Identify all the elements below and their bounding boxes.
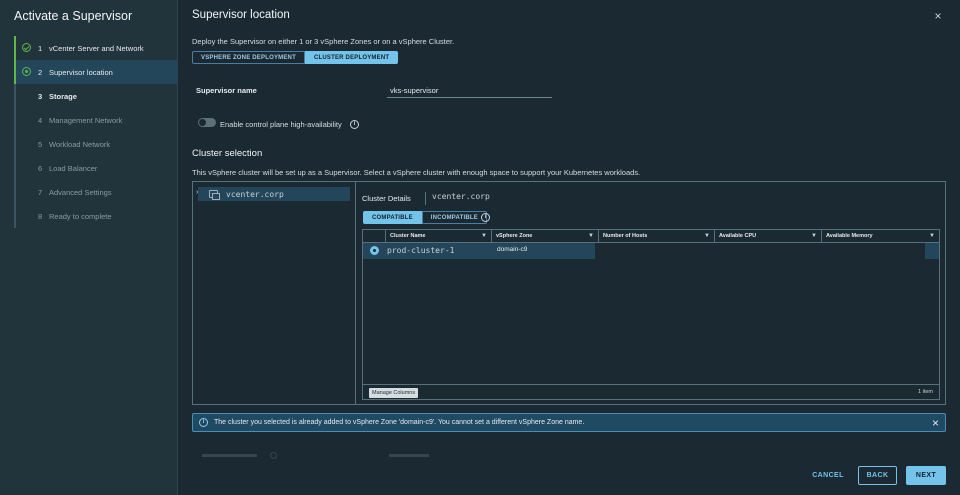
compatible-filter-button[interactable]: COMPATIBLE	[363, 211, 422, 224]
tree-node-vcenter[interactable]: vcenter.corp	[198, 187, 350, 201]
step-label: Management Network	[49, 115, 123, 125]
deployment-type-toggle: VSPHERE ZONE DEPLOYMENT CLUSTER DEPLOYME…	[192, 51, 399, 64]
wizard-steps: 1 vCenter Server and Network 2 Superviso…	[14, 36, 178, 228]
vcenter-icon	[209, 190, 220, 200]
item-count: 1 item	[918, 389, 933, 395]
info-alert: i The cluster you selected is already ad…	[192, 413, 946, 432]
step-label: Advanced Settings	[49, 187, 112, 197]
wizard-footer: CANCEL BACK NEXT	[802, 466, 946, 485]
cluster-details-title: Cluster Details	[362, 194, 411, 203]
step-label: Load Balancer	[49, 163, 98, 173]
cell-cluster-name: prod-cluster-1	[387, 246, 455, 255]
datagrid-header: Cluster Name ▼ vSphere Zone ▼ Number of …	[363, 230, 939, 243]
step-load-balancer: 6 Load Balancer	[38, 163, 98, 173]
column-header-available-memory[interactable]: Available Memory ▼	[821, 230, 939, 242]
ha-toggle-switch[interactable]	[198, 118, 216, 127]
page-title: Supervisor location	[192, 9, 290, 21]
cancel-button[interactable]: CANCEL	[802, 466, 854, 485]
wizard-sidebar: Activate a Supervisor 1 vCenter Server a…	[0, 0, 178, 495]
step-storage[interactable]: 3 Storage	[16, 84, 178, 108]
step-workload-network: 5 Workload Network	[38, 139, 111, 149]
obscured-field-row	[192, 452, 492, 460]
column-header-vsphere-zone[interactable]: vSphere Zone ▼	[491, 230, 598, 242]
step-label: Storage	[49, 91, 77, 101]
tree-node-label: vcenter.corp	[226, 189, 284, 199]
cluster-selection-description: This vSphere cluster will be set up as a…	[192, 168, 641, 177]
step-label: Supervisor location	[49, 67, 113, 77]
step-vcenter-network[interactable]: 1 vCenter Server and Network	[16, 36, 178, 60]
back-button[interactable]: BACK	[858, 466, 897, 485]
filter-icon[interactable]: ▼	[481, 230, 487, 242]
current-step-icon	[22, 67, 31, 76]
column-header-available-cpu[interactable]: Available CPU ▼	[714, 230, 821, 242]
inventory-tree: › vcenter.corp	[192, 181, 355, 405]
cluster-datagrid: Cluster Name ▼ vSphere Zone ▼ Number of …	[362, 229, 940, 400]
manage-columns-button[interactable]: Manage Columns	[369, 388, 419, 398]
cell-vsphere-zone: domain-c9	[497, 246, 528, 253]
table-row[interactable]: prod-cluster-1 domain-c9	[363, 243, 939, 259]
filter-icon[interactable]: ▼	[704, 230, 710, 242]
cluster-deployment-button[interactable]: CLUSTER DEPLOYMENT	[304, 51, 399, 64]
info-icon[interactable]: i	[350, 120, 359, 129]
filter-icon[interactable]: ▼	[929, 230, 935, 242]
row-select-radio[interactable]	[370, 246, 379, 255]
deploy-description: Deploy the Supervisor on either 1 or 3 v…	[192, 37, 455, 46]
check-circle-icon	[22, 43, 31, 52]
cluster-details-vcenter: vcenter.corp	[425, 192, 490, 205]
compatibility-toggle: COMPATIBLE INCOMPATIBLE	[363, 211, 487, 224]
close-icon[interactable]: ×	[932, 416, 939, 430]
close-icon[interactable]: ×	[932, 10, 944, 22]
vsphere-zone-deployment-button[interactable]: VSPHERE ZONE DEPLOYMENT	[192, 51, 305, 64]
column-header-number-of-hosts[interactable]: Number of Hosts ▼	[598, 230, 714, 242]
cell-redacted	[595, 243, 925, 259]
step-label: vCenter Server and Network	[49, 43, 144, 53]
step-label: Workload Network	[49, 139, 111, 149]
filter-icon[interactable]: ▼	[811, 230, 817, 242]
supervisor-name-input[interactable]	[387, 83, 552, 98]
step-management-network: 4 Management Network	[38, 115, 123, 125]
info-icon: i	[199, 418, 208, 427]
step-advanced-settings: 7 Advanced Settings	[38, 187, 112, 197]
step-supervisor-location[interactable]: 2 Supervisor location	[16, 60, 178, 84]
alert-text: The cluster you selected is already adde…	[214, 419, 585, 426]
step-ready-to-complete: 8 Ready to complete	[38, 211, 112, 221]
cluster-details-panel: Cluster Details vcenter.corp COMPATIBLE …	[355, 181, 946, 405]
ha-toggle-label: Enable control plane high-availability	[220, 120, 342, 129]
step-label: Ready to complete	[49, 211, 112, 221]
column-header-cluster-name[interactable]: Cluster Name ▼	[385, 230, 491, 242]
wizard-title: Activate a Supervisor	[14, 9, 133, 23]
datagrid-footer: Manage Columns 1 item	[363, 384, 939, 399]
info-icon[interactable]: i	[481, 213, 490, 222]
cluster-selection-title: Cluster selection	[192, 148, 263, 159]
incompatible-filter-button[interactable]: INCOMPATIBLE	[421, 211, 487, 224]
filter-icon[interactable]: ▼	[588, 230, 594, 242]
supervisor-name-label: Supervisor name	[196, 86, 257, 95]
next-button[interactable]: NEXT	[906, 466, 946, 485]
